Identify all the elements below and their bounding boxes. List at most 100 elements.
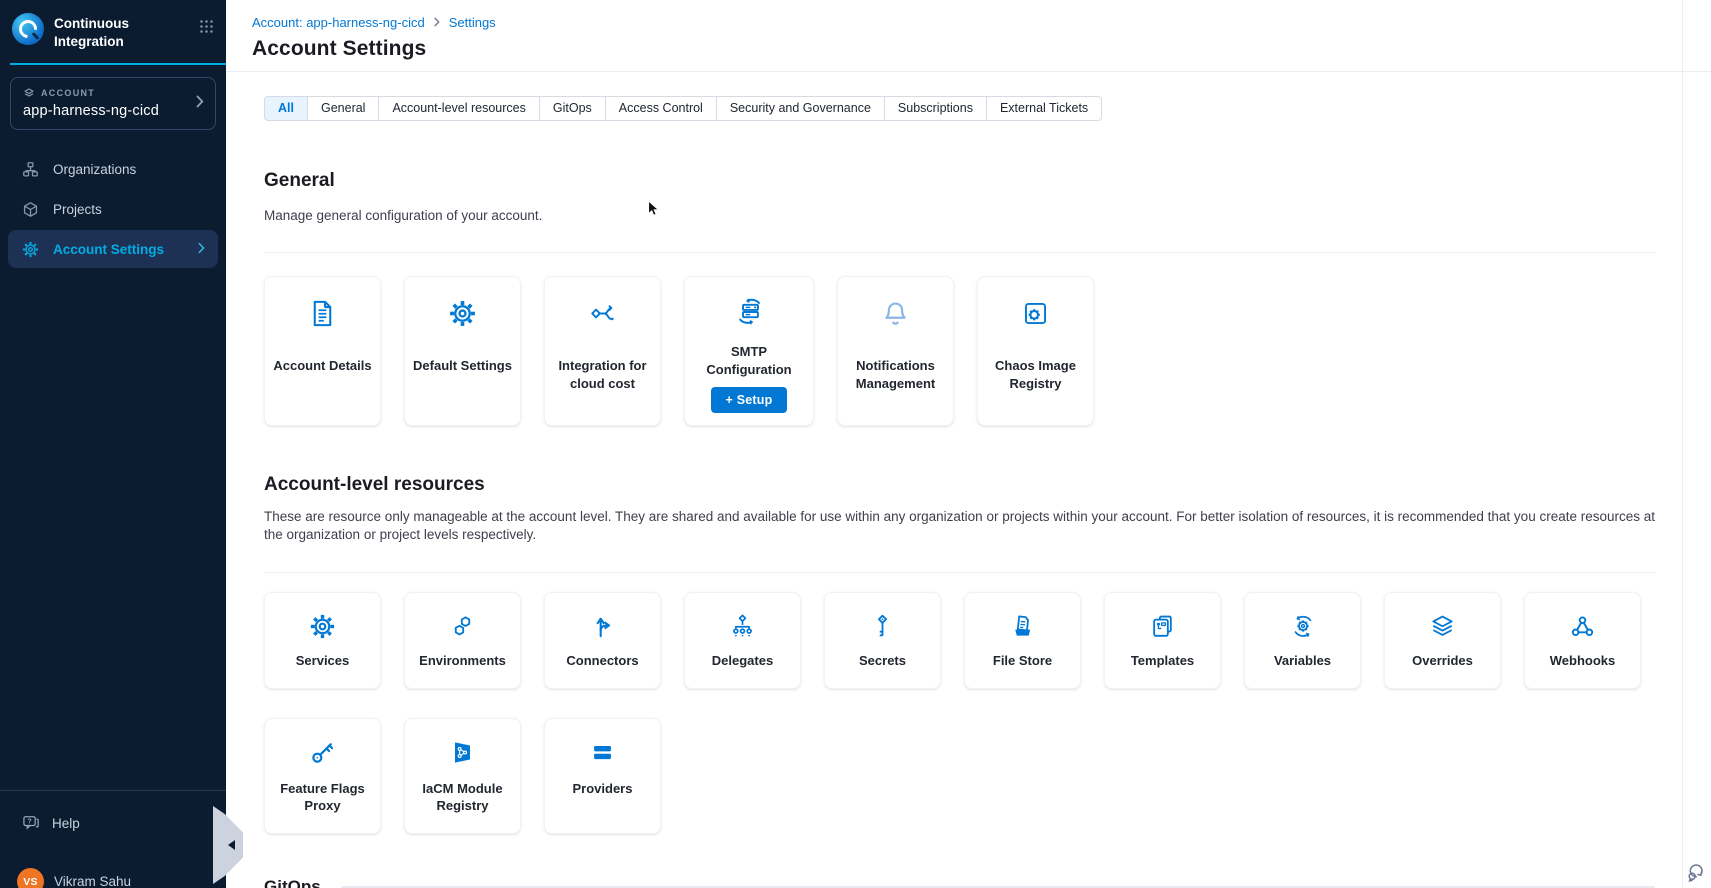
card-label: Delegates xyxy=(704,652,781,670)
card-label: Providers xyxy=(565,780,641,798)
user-menu[interactable]: VS Vikram Sahu xyxy=(17,868,131,888)
tab-all[interactable]: All xyxy=(264,96,308,121)
card-webhooks[interactable]: Webhooks xyxy=(1524,592,1641,689)
card-secrets[interactable]: Secrets xyxy=(824,592,941,689)
breadcrumb: Account: app-harness-ng-cicd Settings xyxy=(252,15,1685,30)
card-connectors[interactable]: Connectors xyxy=(544,592,661,689)
breadcrumb-settings-link[interactable]: Settings xyxy=(449,15,496,30)
card-default-settings[interactable]: Default Settings xyxy=(404,276,521,426)
card-label: Notifications Management xyxy=(838,357,953,392)
resources-section-description: These are resource only manageable at th… xyxy=(264,508,1655,544)
card-label: Connectors xyxy=(558,652,646,670)
stacked-pages-icon xyxy=(1148,612,1177,641)
harness-ci-logo-icon xyxy=(12,13,44,45)
grid-icon xyxy=(199,19,214,34)
card-label: File Store xyxy=(985,652,1060,670)
smtp-setup-button[interactable]: + Setup xyxy=(711,387,788,413)
card-file-store[interactable]: File Store xyxy=(964,592,1081,689)
card-label: Secrets xyxy=(851,652,914,670)
gitops-divider xyxy=(341,886,1655,888)
app-window: Continuous Integration xyxy=(0,0,1711,888)
sidebar: Continuous Integration xyxy=(0,0,226,888)
tab-account-level-resources[interactable]: Account-level resources xyxy=(378,96,539,121)
sidebar-header: Continuous Integration xyxy=(0,0,226,63)
smtp-server-icon xyxy=(734,296,765,327)
card-templates[interactable]: Templates xyxy=(1104,592,1221,689)
double-bars-icon xyxy=(587,737,618,768)
general-cards-row: Account Details Default Setti xyxy=(264,276,1655,426)
section-divider xyxy=(264,252,1655,253)
chat-bubbles-icon xyxy=(1683,859,1708,884)
module-switcher-button[interactable] xyxy=(199,19,214,39)
card-delegates[interactable]: Delegates xyxy=(684,592,801,689)
support-chat-button[interactable] xyxy=(1683,859,1708,884)
cube-icon xyxy=(21,200,40,219)
gitops-section-header: GitOps xyxy=(264,877,1655,888)
card-label: Default Settings xyxy=(405,357,520,375)
gitops-section-title: GitOps xyxy=(264,877,321,888)
flow-branch-icon xyxy=(587,298,618,329)
gear-icon xyxy=(447,298,478,329)
account-name: app-harness-ng-cicd xyxy=(23,103,203,119)
sidebar-item-account-settings[interactable]: Account Settings xyxy=(8,230,218,268)
card-chaos-image-registry[interactable]: Chaos Image Registry xyxy=(977,276,1094,426)
sidebar-item-label: Projects xyxy=(53,202,102,217)
card-smtp-configuration[interactable]: SMTP Configuration + Setup xyxy=(684,276,814,426)
card-label: Overrides xyxy=(1404,652,1481,670)
card-feature-flags-proxy[interactable]: Feature Flags Proxy xyxy=(264,718,381,834)
tab-general[interactable]: General xyxy=(307,96,379,121)
card-variables[interactable]: Variables xyxy=(1244,592,1361,689)
card-account-details[interactable]: Account Details xyxy=(264,276,381,426)
sidebar-nav: Organizations Projects xyxy=(0,150,226,268)
tab-access-control[interactable]: Access Control xyxy=(605,96,717,121)
card-label: IaCM Module Registry xyxy=(405,780,520,815)
module-accent-divider xyxy=(10,63,226,65)
angled-key-icon xyxy=(307,737,338,768)
tab-gitops[interactable]: GitOps xyxy=(539,96,606,121)
settings-tab-bar: All General Account-level resources GitO… xyxy=(264,96,1102,121)
card-integration-cloud-cost[interactable]: Integration for cloud cost xyxy=(544,276,661,426)
settings-content: All General Account-level resources GitO… xyxy=(226,96,1711,888)
resources-section-title: Account-level resources xyxy=(264,474,1655,496)
user-name: Vikram Sahu xyxy=(54,874,131,888)
webhook-icon xyxy=(1568,612,1597,641)
card-label: Account Details xyxy=(265,357,379,375)
sidebar-item-projects[interactable]: Projects xyxy=(8,190,218,228)
card-iacm-module-registry[interactable]: IaCM Module Registry xyxy=(404,718,521,834)
card-environments[interactable]: Environments xyxy=(404,592,521,689)
file-tray-icon xyxy=(1008,612,1037,641)
main-content: Account: app-harness-ng-cicd Settings Ac… xyxy=(226,0,1711,888)
help-button[interactable]: ? Help xyxy=(21,813,80,833)
section-divider xyxy=(264,572,1655,573)
page-header: Account: app-harness-ng-cicd Settings Ac… xyxy=(226,0,1711,72)
hexagons-icon xyxy=(448,612,477,641)
gear-icon xyxy=(21,240,40,259)
tab-external-tickets[interactable]: External Tickets xyxy=(986,96,1102,121)
resource-cards-row-2: Feature Flags Proxy IaCM Module Registry xyxy=(264,718,1655,834)
hierarchy-icon xyxy=(728,612,757,641)
resource-cards-row-1: Services Environments xyxy=(264,592,1655,689)
module-flag-icon xyxy=(447,737,478,768)
card-providers[interactable]: Providers xyxy=(544,718,661,834)
org-chart-icon xyxy=(21,160,40,179)
tab-security-and-governance[interactable]: Security and Governance xyxy=(716,96,885,121)
card-overrides[interactable]: Overrides xyxy=(1384,592,1501,689)
card-label: Variables xyxy=(1266,652,1339,670)
account-label: ACCOUNT xyxy=(41,88,95,98)
card-label: Chaos Image Registry xyxy=(978,357,1093,392)
account-selector[interactable]: ACCOUNT app-harness-ng-cicd xyxy=(10,77,216,130)
tab-subscriptions[interactable]: Subscriptions xyxy=(884,96,987,121)
card-notifications-management[interactable]: Notifications Management xyxy=(837,276,954,426)
general-section-title: General xyxy=(264,170,1655,192)
card-label: Integration for cloud cost xyxy=(545,357,660,392)
scroll-gutter xyxy=(1682,0,1683,888)
key-icon xyxy=(868,612,897,641)
sidebar-item-organizations[interactable]: Organizations xyxy=(8,150,218,188)
chevron-right-icon xyxy=(196,95,204,113)
breadcrumb-account-link[interactable]: Account: app-harness-ng-cicd xyxy=(252,15,425,30)
card-services[interactable]: Services xyxy=(264,592,381,689)
sidebar-bottom-divider xyxy=(0,790,226,791)
fork-arrows-icon xyxy=(588,612,617,641)
chevron-right-icon xyxy=(198,242,205,257)
bell-icon xyxy=(880,298,911,329)
